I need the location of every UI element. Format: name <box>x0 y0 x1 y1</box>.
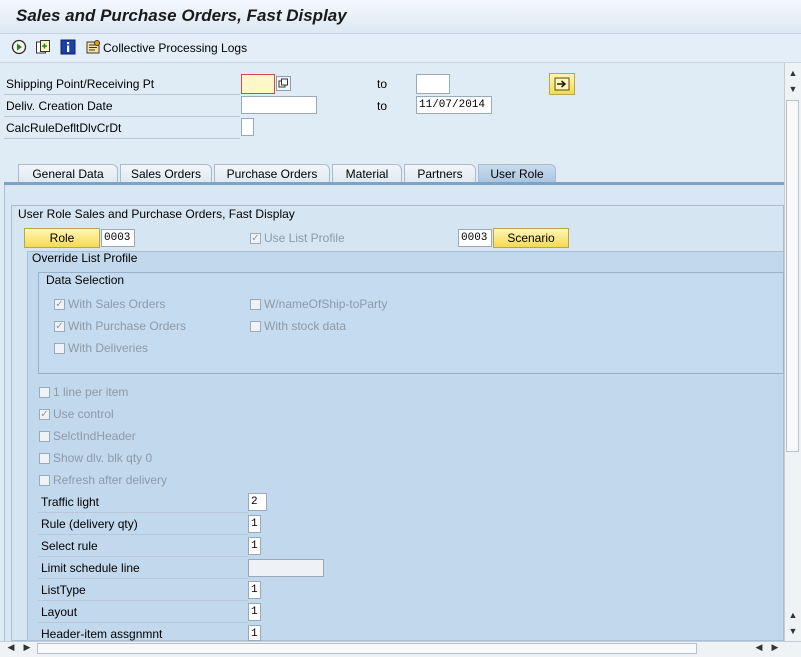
user-role-group-title: User Role Sales and Purchase Orders, Fas… <box>18 207 295 221</box>
scenario-button[interactable]: Scenario <box>493 228 569 248</box>
scroll-right-end-icon[interactable]: ▶ <box>768 642 782 653</box>
limit-schedule-line-label: Limit schedule line <box>41 561 140 575</box>
listtype-input[interactable]: 1 <box>248 581 261 599</box>
calc-rule-label: CalcRuleDefltDlvCrDt <box>6 121 122 135</box>
show-dlv-blk-checkbox <box>39 453 50 464</box>
with-purchase-orders-checkbox: ✓ <box>54 321 65 332</box>
role-input[interactable]: 0003 <box>101 229 135 247</box>
with-deliveries-checkbox <box>54 343 65 354</box>
traffic-light-label: Traffic light <box>41 495 100 509</box>
w-name-ship-to-label: W/nameOfShip-toParty <box>264 297 388 311</box>
tab-purchase-orders[interactable]: Purchase Orders <box>214 164 330 184</box>
role-button[interactable]: Role <box>24 228 100 248</box>
more-selection-button[interactable] <box>549 73 575 95</box>
scroll-top-icon[interactable]: ▲ <box>786 68 800 78</box>
traffic-light-input[interactable]: 2 <box>248 493 267 511</box>
one-line-per-item-label: 1 line per item <box>53 385 129 399</box>
scroll-left-icon[interactable]: ◀ <box>4 642 18 653</box>
calc-rule-input[interactable] <box>241 118 254 136</box>
layout-label: Layout <box>41 605 78 619</box>
use-list-profile-label: Use List Profile <box>264 231 345 245</box>
shipping-point-to-label: to <box>377 77 388 91</box>
deliv-creation-date-label: Deliv. Creation Date <box>6 99 113 113</box>
limit-schedule-line-input[interactable] <box>248 559 324 577</box>
arrow-right-icon <box>554 77 570 91</box>
with-purchase-orders-label: With Purchase Orders <box>68 319 187 333</box>
use-control-checkbox: ✓ <box>39 409 50 420</box>
tab-material[interactable]: Material <box>332 164 402 184</box>
with-sales-orders-checkbox: ✓ <box>54 299 65 310</box>
selct-ind-header-checkbox <box>39 431 50 442</box>
with-stock-data-checkbox <box>250 321 261 332</box>
refresh-after-delivery-checkbox <box>39 475 50 486</box>
row-divider <box>4 138 240 139</box>
tab-sales-orders[interactable]: Sales Orders <box>120 164 212 184</box>
scroll-up-icon[interactable]: ▼ <box>786 84 800 94</box>
scroll-down-icon[interactable]: ▲ <box>786 610 800 620</box>
tab-user-role[interactable]: User Role <box>478 164 556 184</box>
rule-delivery-qty-input[interactable]: 1 <box>248 515 261 533</box>
scroll-right-icon[interactable]: ▶ <box>20 642 34 653</box>
row-divider <box>4 94 240 95</box>
one-line-per-item-checkbox <box>39 387 50 398</box>
scroll-bottom-icon[interactable]: ▼ <box>786 626 800 636</box>
layout-input[interactable]: 1 <box>248 603 261 621</box>
vertical-scroll-thumb[interactable] <box>786 100 799 452</box>
use-list-profile-checkbox: ✓ <box>250 233 261 244</box>
deliv-date-to-label: to <box>377 99 388 113</box>
horizontal-scroll-thumb[interactable] <box>37 643 697 654</box>
refresh-after-delivery-label: Refresh after delivery <box>53 473 168 487</box>
with-sales-orders-label: With Sales Orders <box>68 297 166 311</box>
selct-ind-header-label: SelctIndHeader <box>53 429 136 443</box>
logs-icon[interactable] <box>85 39 101 55</box>
info-icon[interactable] <box>60 39 76 55</box>
get-variant-icon[interactable] <box>35 39 51 55</box>
header-item-assignment-label: Header-item assgnmnt <box>41 627 163 641</box>
with-stock-data-label: With stock data <box>264 319 347 333</box>
tab-partners[interactable]: Partners <box>404 164 476 184</box>
row-divider <box>38 622 248 623</box>
shipping-point-input[interactable] <box>241 74 275 94</box>
header-item-assignment-input[interactable]: 1 <box>248 625 261 641</box>
shipping-point-label: Shipping Point/Receiving Pt <box>6 77 155 91</box>
page-title: Sales and Purchase Orders, Fast Display <box>16 6 347 25</box>
tab-general-data[interactable]: General Data <box>18 164 118 184</box>
with-deliveries-label: With Deliveries <box>68 341 149 355</box>
row-divider <box>38 578 248 579</box>
select-rule-input[interactable]: 1 <box>248 537 261 555</box>
scenario-input[interactable]: 0003 <box>458 229 492 247</box>
deliv-date-from-input[interactable] <box>241 96 317 114</box>
row-divider <box>38 556 248 557</box>
w-name-ship-to-checkbox <box>250 299 261 310</box>
scroll-left-end-icon[interactable]: ◀ <box>752 642 766 653</box>
multiple-selection-icon[interactable] <box>276 76 291 91</box>
select-rule-label: Select rule <box>41 539 98 553</box>
shipping-point-to-input[interactable] <box>416 74 450 94</box>
collective-processing-logs-button[interactable]: Collective Processing Logs <box>103 41 247 55</box>
show-dlv-blk-label: Show dlv. blk qty 0 <box>53 451 153 465</box>
row-divider <box>38 600 248 601</box>
row-divider <box>38 534 248 535</box>
listtype-label: ListType <box>41 583 86 597</box>
data-selection-title: Data Selection <box>46 273 125 287</box>
row-divider <box>38 512 248 513</box>
rule-delivery-qty-label: Rule (delivery qty) <box>41 517 138 531</box>
row-divider <box>4 116 240 117</box>
execute-icon[interactable] <box>11 39 27 55</box>
override-list-profile-title: Override List Profile <box>32 251 138 265</box>
deliv-date-to-input[interactable]: 11/07/2014 <box>416 96 492 114</box>
use-control-label: Use control <box>53 407 114 421</box>
